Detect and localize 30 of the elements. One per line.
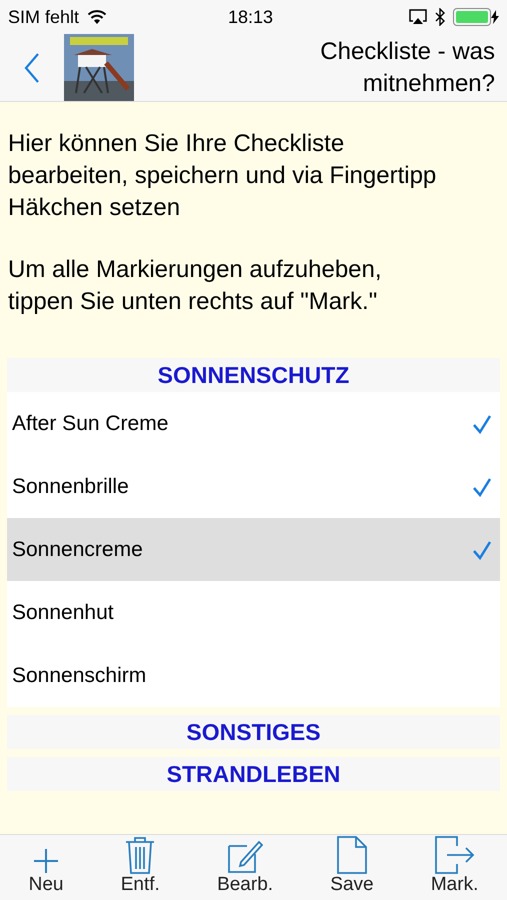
exit-icon xyxy=(434,836,475,874)
airplay-icon xyxy=(409,9,427,25)
nav-title: Checkliste - was mitnehmen? xyxy=(319,36,496,98)
instruction-text: Hier können Sie Ihre Checkliste bearbeiten, speichern und via Fingertipp Häkchen setzen xyxy=(8,129,438,223)
item-label: Sonnenhut xyxy=(12,600,114,626)
wifi-icon xyxy=(87,9,108,25)
battery-icon xyxy=(453,8,491,26)
pencil-square-icon xyxy=(227,838,264,874)
back-chevron-icon xyxy=(24,52,40,82)
item-label: After Sun Creme xyxy=(12,410,168,437)
item-label: Sonnencreme xyxy=(12,536,143,563)
toolbar-button[interactable]: Mark. xyxy=(430,836,478,896)
item-label: Sonnenbrille xyxy=(12,474,129,500)
toolbar-button[interactable]: Neu xyxy=(28,848,64,896)
instruction-text: Um alle Markierungen aufzuheben, tippen Sie unten rechts auf "Mark." xyxy=(8,255,383,317)
section-header: SONNENSCHUTZ xyxy=(7,358,500,392)
item-label: Sonnenschirm xyxy=(12,662,146,689)
clock-text: 18:13 xyxy=(228,6,274,28)
section-header: SONSTIGES xyxy=(7,715,500,749)
toolbar-button[interactable]: Bearb. xyxy=(217,838,274,896)
charging-icon xyxy=(491,10,499,24)
bluetooth-icon xyxy=(435,8,445,26)
checklist-row[interactable]: Sonnencreme xyxy=(7,518,500,581)
trash-icon xyxy=(125,836,156,874)
section-header: STRANDLEBEN xyxy=(7,757,500,791)
toolbar-button[interactable]: Save xyxy=(330,836,374,896)
toolbar-button[interactable]: Entf. xyxy=(120,836,160,896)
carrier-text: SIM fehlt xyxy=(8,6,80,28)
plus-icon xyxy=(33,848,60,874)
document-icon xyxy=(336,836,367,874)
